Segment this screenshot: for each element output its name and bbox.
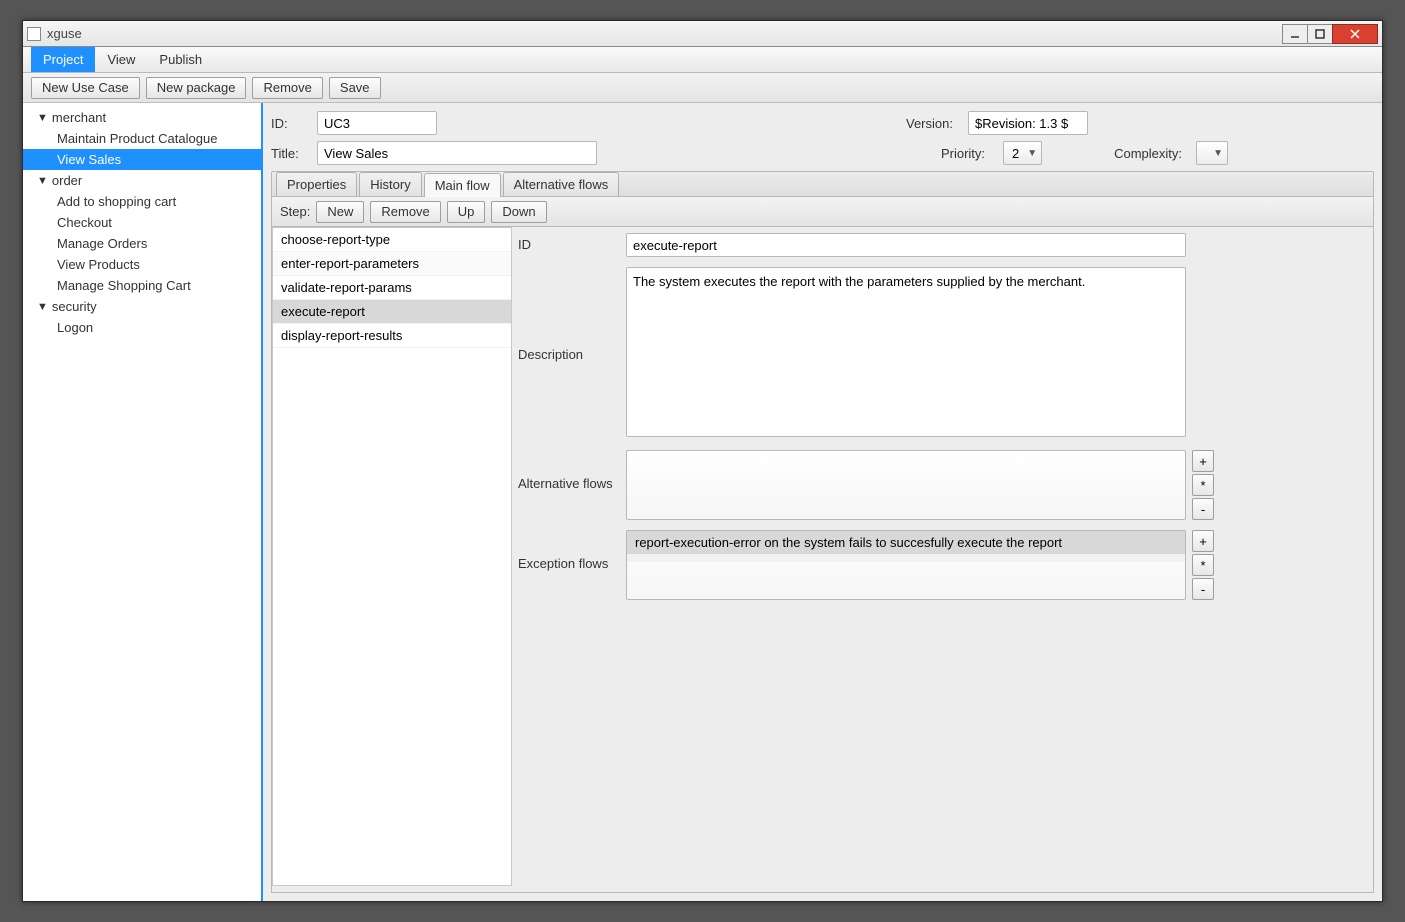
priority-select[interactable]: 2▼ xyxy=(1003,141,1042,165)
tree-group-label: merchant xyxy=(52,110,106,125)
exc-add-button[interactable]: + xyxy=(1192,530,1214,552)
remove-button[interactable]: Remove xyxy=(252,77,322,99)
step-remove-button[interactable]: Remove xyxy=(370,201,440,223)
minimize-button[interactable] xyxy=(1282,24,1308,44)
alt-add-button[interactable]: + xyxy=(1192,450,1214,472)
new-package-button[interactable]: New package xyxy=(146,77,247,99)
exc-flow-row[interactable] xyxy=(627,562,1185,570)
caret-down-icon: ▼ xyxy=(37,301,48,313)
app-window: xguse Project View Publish New Use Case … xyxy=(22,20,1383,902)
complexity-select[interactable]: ▼ xyxy=(1196,141,1228,165)
tree-item-view-sales[interactable]: View Sales xyxy=(23,149,261,170)
close-button[interactable] xyxy=(1332,24,1378,44)
tree-group-merchant[interactable]: ▼ merchant xyxy=(23,107,261,128)
tabs: Properties History Main flow Alternative… xyxy=(271,171,1374,197)
exc-flow-row[interactable] xyxy=(627,554,1185,562)
tree-sidebar: ▼ merchant Maintain Product Catalogue Vie… xyxy=(23,103,263,901)
tree-item-manage-shopping-cart[interactable]: Manage Shopping Cart xyxy=(23,275,261,296)
main-flow-panel: choose-report-type enter-report-paramete… xyxy=(271,227,1374,893)
menu-project[interactable]: Project xyxy=(31,47,95,72)
app-icon xyxy=(27,27,41,41)
step-item[interactable]: validate-report-params xyxy=(273,276,511,300)
tree-group-security[interactable]: ▼ security xyxy=(23,296,261,317)
exc-edit-button[interactable]: * xyxy=(1192,554,1214,576)
step-item[interactable]: choose-report-type xyxy=(273,228,511,252)
titlebar[interactable]: xguse xyxy=(23,21,1382,47)
tree-group-label: security xyxy=(52,299,97,314)
complexity-label: Complexity: xyxy=(1114,146,1190,161)
body: ▼ merchant Maintain Product Catalogue Vie… xyxy=(23,103,1382,901)
alt-edit-button[interactable]: * xyxy=(1192,474,1214,496)
step-new-button[interactable]: New xyxy=(316,201,364,223)
menu-publish[interactable]: Publish xyxy=(147,47,214,72)
save-button[interactable]: Save xyxy=(329,77,381,99)
priority-value: 2 xyxy=(1012,146,1019,161)
step-description-field[interactable]: The system executes the report with the … xyxy=(626,267,1186,437)
step-toolbar: Step: New Remove Up Down xyxy=(271,197,1374,227)
tree-item-logon[interactable]: Logon xyxy=(23,317,261,338)
maximize-button[interactable] xyxy=(1307,24,1333,44)
menubar: Project View Publish xyxy=(23,47,1382,73)
window-title: xguse xyxy=(47,26,1283,41)
tree-item-manage-orders[interactable]: Manage Orders xyxy=(23,233,261,254)
title-field[interactable] xyxy=(317,141,597,165)
step-up-button[interactable]: Up xyxy=(447,201,486,223)
exc-flows-list[interactable]: report-execution-error on the system fai… xyxy=(626,530,1186,600)
priority-label: Priority: xyxy=(941,146,997,161)
alt-flows-list[interactable] xyxy=(626,450,1186,520)
caret-down-icon: ▼ xyxy=(37,112,48,124)
caret-down-icon: ▼ xyxy=(37,175,48,187)
exc-flows-label: Exception flows xyxy=(518,530,614,571)
step-down-button[interactable]: Down xyxy=(491,201,546,223)
tree-item-view-products[interactable]: View Products xyxy=(23,254,261,275)
version-field[interactable] xyxy=(968,111,1088,135)
tree-item-checkout[interactable]: Checkout xyxy=(23,212,261,233)
exc-remove-button[interactable]: - xyxy=(1192,578,1214,600)
tree-item-maintain-product-catalogue[interactable]: Maintain Product Catalogue xyxy=(23,128,261,149)
new-usecase-button[interactable]: New Use Case xyxy=(31,77,140,99)
step-item[interactable]: display-report-results xyxy=(273,324,511,348)
menu-view[interactable]: View xyxy=(95,47,147,72)
id-field[interactable] xyxy=(317,111,437,135)
title-label: Title: xyxy=(271,146,311,161)
tree-group-order[interactable]: ▼ order xyxy=(23,170,261,191)
tree-item-add-to-shopping-cart[interactable]: Add to shopping cart xyxy=(23,191,261,212)
chevron-down-icon: ▼ xyxy=(1027,148,1037,159)
step-description-label: Description xyxy=(518,267,614,362)
exc-flow-row[interactable]: report-execution-error on the system fai… xyxy=(627,531,1185,554)
main-panel: ID: Version: Title: Priority: 2▼ Complex… xyxy=(263,103,1382,901)
tab-history[interactable]: History xyxy=(359,172,421,196)
step-list[interactable]: choose-report-type enter-report-paramete… xyxy=(272,227,512,886)
chevron-down-icon: ▼ xyxy=(1213,148,1223,159)
alt-remove-button[interactable]: - xyxy=(1192,498,1214,520)
step-item[interactable]: execute-report xyxy=(273,300,511,324)
step-id-field[interactable] xyxy=(626,233,1186,257)
tab-alternative-flows[interactable]: Alternative flows xyxy=(503,172,620,196)
tab-properties[interactable]: Properties xyxy=(276,172,357,196)
tree-group-label: order xyxy=(52,173,82,188)
step-label: Step: xyxy=(280,204,310,219)
tab-main-flow[interactable]: Main flow xyxy=(424,173,501,197)
version-label: Version: xyxy=(906,116,962,131)
alt-flows-label: Alternative flows xyxy=(518,450,614,491)
step-id-label: ID xyxy=(518,233,614,252)
step-details: ID Description The system executes the r… xyxy=(518,227,1373,892)
step-item[interactable]: enter-report-parameters xyxy=(273,252,511,276)
id-label: ID: xyxy=(271,116,311,131)
main-toolbar: New Use Case New package Remove Save xyxy=(23,73,1382,103)
